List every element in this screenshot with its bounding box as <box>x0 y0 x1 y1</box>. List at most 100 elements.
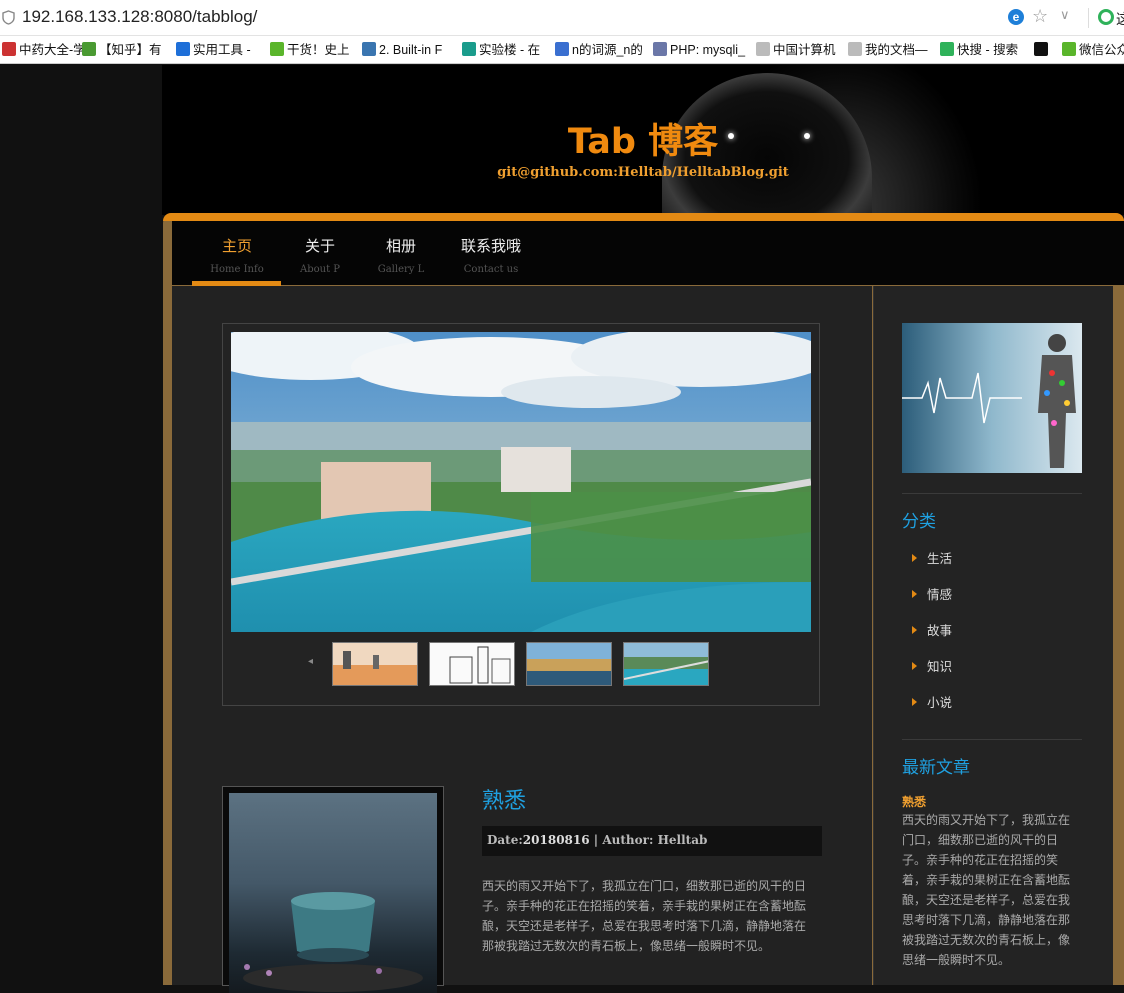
bookmarks-bar: 中药大全-学 【知乎】有 实用工具 - 干货！史上 2. Built-in F 实验楼 -… <box>0 36 1124 64</box>
browser-address-bar[interactable]: 192.168.133.128:8080/tabblog/ e ☆ ∨ 这 <box>0 0 1124 36</box>
nav-label: 主页 <box>221 237 252 255</box>
category-label: 情感 <box>927 587 953 602</box>
slider-thumbnail[interactable] <box>526 642 612 686</box>
post-thumbnail[interactable] <box>222 786 444 993</box>
category-item[interactable]: 知识 <box>912 656 952 675</box>
kuaisou-icon <box>940 42 954 56</box>
zhihu-icon <box>82 42 96 56</box>
slider-thumbnail[interactable] <box>623 642 709 686</box>
star-icon[interactable]: ☆ <box>1032 6 1048 27</box>
bookmark-item[interactable]: 中国计算机 <box>756 41 836 59</box>
bookmark-item[interactable]: n的词源_n的 <box>555 41 643 59</box>
drop-icon <box>176 42 190 56</box>
latest-post-title[interactable]: 熟悉 <box>902 793 926 810</box>
bullet-arrow-icon <box>912 554 917 562</box>
nav-sublabel: Gallery L <box>377 264 425 275</box>
nav-sublabel: About P <box>299 264 340 275</box>
bookmark-label: 【知乎】有 <box>99 43 162 57</box>
category-label: 小说 <box>927 695 953 710</box>
bookmark-label: 中药大全-学 <box>19 43 86 57</box>
bullet-arrow-icon <box>912 698 917 706</box>
nav-label: 关于 <box>304 237 335 255</box>
post-date: 20180816 <box>522 833 590 847</box>
main-nav: 主页 Home Info 关于 About P 相册 Gallery L 联系我… <box>172 221 1124 285</box>
bullet-arrow-icon <box>912 662 917 670</box>
site-subtitle: git@github.com:Helltab/HelltabBlog.git <box>497 165 789 180</box>
bookmark-label: 快搜 - 搜索 <box>957 43 1019 57</box>
bookmark-icon <box>2 42 16 56</box>
search-engine-icon[interactable] <box>1098 9 1114 25</box>
bullet-arrow-icon <box>912 626 917 634</box>
site-header: Tab 博客 git@github.com:Helltab/HelltabBlo… <box>162 65 1124 215</box>
post-meta: Date:20180816 | Author: Helltab <box>482 826 822 856</box>
php-icon <box>653 42 667 56</box>
bookmark-label: PHP: mysqli_ <box>670 43 746 57</box>
slider-thumbnail[interactable] <box>332 642 418 686</box>
bookmark-item[interactable]: 2. Built-in F <box>362 41 442 59</box>
shield-icon <box>2 10 15 25</box>
page-icon <box>848 42 862 56</box>
page-left-margin <box>0 65 162 985</box>
ie-compat-icon[interactable]: e <box>1008 9 1024 25</box>
slider-main-image[interactable] <box>231 332 811 632</box>
date-label: Date: <box>487 833 523 847</box>
frame-right-edge <box>1113 286 1124 985</box>
bookmark-item[interactable]: 我的文档— <box>848 41 928 59</box>
wechat-icon <box>1062 42 1076 56</box>
bullet-arrow-icon <box>912 590 917 598</box>
bookmark-item[interactable]: 快搜 - 搜索 <box>940 41 1018 59</box>
post-title[interactable]: 熟悉 <box>482 783 526 815</box>
bookmark-item[interactable]: 干货！史上 <box>270 41 350 59</box>
nav-sublabel: Home Info <box>210 264 264 275</box>
category-item[interactable]: 情感 <box>912 584 952 603</box>
category-item[interactable]: 故事 <box>912 620 952 639</box>
sidebar-divider <box>902 739 1082 740</box>
wechat-icon <box>270 42 284 56</box>
nav-gallery[interactable]: 相册 Gallery L <box>356 235 446 275</box>
nav-label: 联系我哦 <box>460 237 521 255</box>
bookmark-label: 实用工具 - <box>193 43 251 57</box>
latest-post-excerpt: 西天的雨又开始下了，我孤立在门口，细数那已逝的风干的日子。亲手种的花正在招摇的笑… <box>902 813 1071 967</box>
search-engine-label[interactable]: 这 <box>1116 9 1124 29</box>
category-label: 生活 <box>927 551 953 566</box>
bookmark-label: 我的文档— <box>865 43 928 57</box>
nav-contact[interactable]: 联系我哦 Contact us <box>446 235 536 275</box>
category-item[interactable]: 生活 <box>912 548 952 567</box>
bookmark-item[interactable]: 中药大全-学 <box>2 41 86 59</box>
sidebar-health-image <box>902 323 1082 473</box>
category-heading: 分类 <box>902 512 936 532</box>
python-icon <box>362 42 376 56</box>
author-label: | Author: <box>593 833 654 847</box>
frame-top-border <box>163 213 1124 221</box>
bookmark-item[interactable]: 实用工具 - <box>176 41 251 59</box>
sidebar-divider <box>902 493 1082 494</box>
bookmark-label: 中国计算机 <box>773 43 836 57</box>
bookmark-item[interactable]: 【知乎】有 <box>82 41 162 59</box>
toolbar-divider <box>1088 8 1089 28</box>
nav-sublabel: Contact us <box>463 264 519 275</box>
nav-home[interactable]: 主页 Home Info <box>192 235 282 275</box>
va-icon <box>1034 42 1048 56</box>
slider-prev-arrow[interactable]: ◂ <box>308 656 313 667</box>
page-icon <box>756 42 770 56</box>
category-label: 知识 <box>927 659 953 674</box>
url-text[interactable]: 192.168.133.128:8080/tabblog/ <box>22 7 257 27</box>
shiyanlou-icon <box>462 42 476 56</box>
bookmark-item[interactable] <box>1034 41 1051 59</box>
bookmark-item[interactable]: PHP: mysqli_ <box>653 41 745 59</box>
bookmark-item[interactable]: 微信公众 <box>1062 41 1124 59</box>
bookmark-label: 实验楼 - 在 <box>479 43 541 57</box>
bookmark-item[interactable]: 实验楼 - 在 <box>462 41 540 59</box>
category-item[interactable]: 小说 <box>912 692 952 711</box>
nav-label: 相册 <box>385 237 416 255</box>
chevron-down-icon[interactable]: ∨ <box>1060 8 1070 23</box>
bookmark-label: 微信公众 <box>1079 43 1124 57</box>
nav-about[interactable]: 关于 About P <box>275 235 365 275</box>
latest-heading: 最新文章 <box>902 758 970 778</box>
slider-thumbnail[interactable] <box>429 642 515 686</box>
site-title[interactable]: Tab 博客 <box>162 113 1124 164</box>
globe-icon <box>555 42 569 56</box>
bookmark-label: 2. Built-in F <box>379 43 443 57</box>
post-author: Helltab <box>657 833 708 847</box>
category-label: 故事 <box>927 623 953 638</box>
